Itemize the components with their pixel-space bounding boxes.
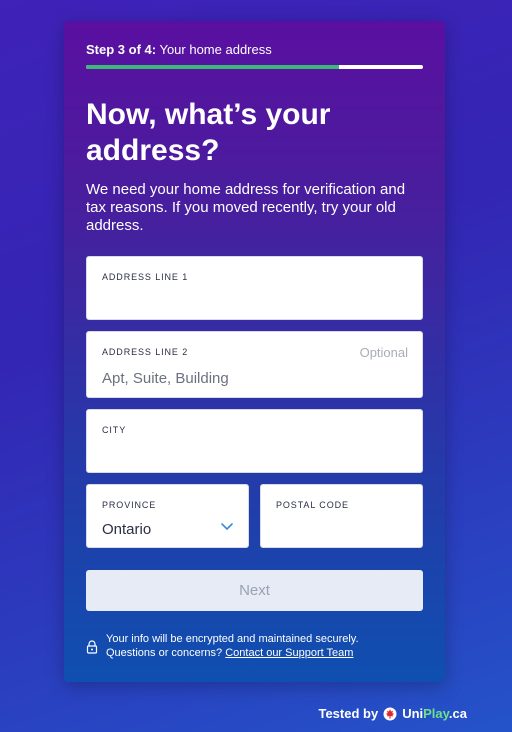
page-title: Now, what’s your address? xyxy=(86,98,331,167)
step-number: Step 3 of 4: xyxy=(86,42,157,57)
city-label: CITY xyxy=(102,425,127,435)
postal-code-input[interactable] xyxy=(276,520,408,537)
postal-code-field[interactable]: POSTAL CODE xyxy=(260,484,423,548)
city-field[interactable]: CITY xyxy=(86,409,423,473)
province-select[interactable]: PROVINCE Ontario xyxy=(86,484,249,548)
address-line-2-label: ADDRESS LINE 2 xyxy=(102,347,189,357)
security-line-1: Your info will be encrypted and maintain… xyxy=(106,633,359,645)
address-line-1-label: ADDRESS LINE 1 xyxy=(102,272,189,282)
uniplay-logo[interactable]: UniPlay.ca xyxy=(402,706,467,721)
brand-play: Play xyxy=(423,706,449,721)
province-value: Ontario xyxy=(102,521,152,538)
address-line-2-field[interactable]: ADDRESS LINE 2 Optional xyxy=(86,331,423,398)
address-form-card: Step 3 of 4: Your home address Now, what… xyxy=(64,21,445,682)
step-indicator: Step 3 of 4: Your home address xyxy=(86,42,272,57)
postal-code-label: POSTAL CODE xyxy=(276,500,349,510)
next-button[interactable]: Next xyxy=(86,570,423,611)
city-input[interactable] xyxy=(102,445,408,462)
contact-support-link[interactable]: Contact our Support Team xyxy=(225,647,353,659)
security-line-2: Questions or concerns? Contact our Suppo… xyxy=(106,646,426,660)
brand-uni: Uni xyxy=(402,706,424,721)
province-label: PROVINCE xyxy=(102,500,157,510)
tested-by-label: Tested by xyxy=(318,706,379,721)
maple-leaf-icon xyxy=(383,707,397,720)
tested-by-badge: Tested by UniPlay.ca xyxy=(318,706,467,721)
address-line-1-field[interactable]: ADDRESS LINE 1 xyxy=(86,256,423,320)
progress-bar-fill xyxy=(86,65,339,69)
brand-tld: .ca xyxy=(448,706,467,721)
support-prefix: Questions or concerns? xyxy=(106,647,223,659)
address-line-1-input[interactable] xyxy=(102,292,408,309)
security-text: Your info will be encrypted and maintain… xyxy=(106,632,426,660)
chevron-down-icon[interactable] xyxy=(220,522,234,532)
optional-hint: Optional xyxy=(359,345,408,360)
step-title: Your home address xyxy=(159,42,272,57)
page-subtitle: We need your home address for verificati… xyxy=(86,181,406,234)
address-line-2-input[interactable] xyxy=(102,370,408,387)
lock-icon xyxy=(86,640,98,654)
progress-bar xyxy=(86,65,423,69)
